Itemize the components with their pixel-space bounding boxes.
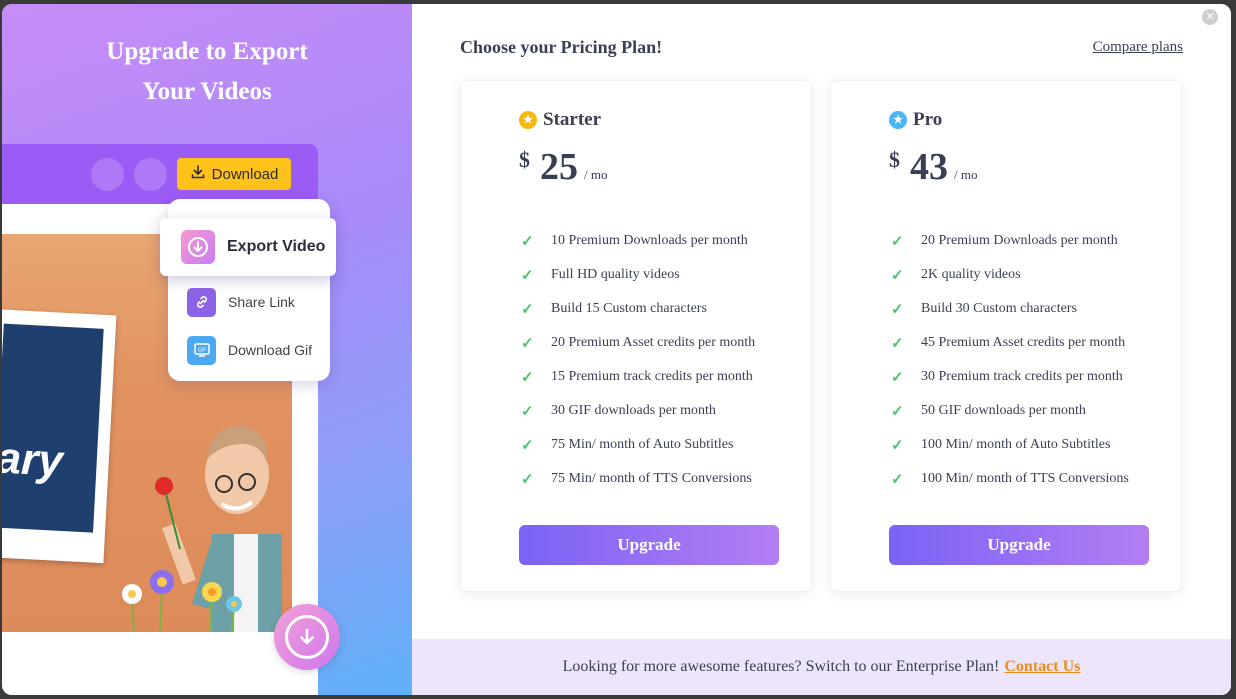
feature-item: ✓ Full HD quality videos	[521, 267, 680, 284]
scene-photo-card: ary	[2, 308, 117, 564]
feature-item: ✓ 45 Premium Asset credits per month	[891, 335, 1126, 352]
share-link-label: Share Link	[228, 294, 295, 310]
check-icon: ✓	[521, 267, 534, 284]
download-fab-icon	[274, 604, 340, 670]
feature-item: ✓ 2K quality videos	[891, 267, 1021, 284]
plan-card-pro: ★ Pro $ 43 / mo ✓ 20 Premium Downloads pe…	[830, 80, 1182, 592]
check-icon: ✓	[891, 369, 904, 386]
check-icon: ✓	[891, 437, 904, 454]
feature-item: ✓ 20 Premium Downloads per month	[891, 233, 1118, 250]
pricing-panel: Choose your Pricing Plan! Compare plans …	[412, 4, 1231, 695]
feature-item: ✓ 75 Min/ month of Auto Subtitles	[521, 437, 734, 454]
feature-item: ✓ 50 GIF downloads per month	[891, 403, 1086, 420]
plan-price: $ 25 / mo	[519, 145, 607, 189]
toolbar-dot	[134, 158, 167, 191]
link-icon	[187, 287, 216, 317]
check-icon: ✓	[521, 233, 534, 250]
pricing-modal: Upgrade to Export Your Videos Download a…	[2, 4, 1231, 695]
feature-item: ✓ Build 15 Custom characters	[521, 301, 707, 318]
compare-plans-link[interactable]: Compare plans	[1093, 39, 1183, 56]
check-icon: ✓	[521, 471, 534, 488]
flowers-illustration	[122, 570, 242, 632]
promo-panel: Upgrade to Export Your Videos Download a…	[2, 4, 412, 695]
share-link-menu-item: Share Link	[187, 287, 295, 317]
promo-title-line-2: Your Videos	[142, 78, 272, 105]
feature-item: ✓ 15 Premium track credits per month	[521, 369, 753, 386]
check-icon: ✓	[891, 403, 904, 420]
enterprise-text: Looking for more awesome features? Switc…	[562, 658, 1000, 675]
upgrade-starter-button[interactable]: Upgrade	[519, 525, 779, 565]
price-amount: 25	[540, 146, 578, 188]
star-icon: ★	[519, 111, 537, 129]
plan-name-label: Pro	[913, 109, 943, 130]
close-icon[interactable]: ✕	[1202, 9, 1218, 25]
check-icon: ✓	[521, 369, 534, 386]
feature-item: ✓ 75 Min/ month of TTS Conversions	[521, 471, 752, 488]
plan-card-starter: ★ Starter $ 25 / mo ✓ 10 Premium Download…	[460, 80, 812, 592]
toolbar-dot	[91, 158, 124, 191]
feature-item: ✓ Build 30 Custom characters	[891, 301, 1077, 318]
download-icon	[190, 164, 206, 184]
check-icon: ✓	[891, 267, 904, 284]
plan-name: ★ Starter	[519, 109, 601, 131]
enterprise-footer: Looking for more awesome features? Switc…	[412, 639, 1231, 695]
price-currency: $	[889, 147, 900, 172]
app-preview-toolbar: Download	[2, 144, 318, 204]
plan-price: $ 43 / mo	[889, 145, 977, 189]
price-period: / mo	[954, 167, 978, 182]
preview-download-label: Download	[211, 165, 279, 183]
price-currency: $	[519, 147, 530, 172]
star-icon: ★	[889, 111, 907, 129]
feature-item: ✓ 100 Min/ month of TTS Conversions	[891, 471, 1129, 488]
check-icon: ✓	[891, 471, 904, 488]
gif-icon: GIF	[187, 335, 216, 365]
promo-title: Upgrade to Export Your Videos	[32, 32, 382, 112]
download-gif-label: Download Gif	[228, 342, 313, 358]
check-icon: ✓	[521, 437, 534, 454]
feature-item: ✓ 30 GIF downloads per month	[521, 403, 716, 420]
plan-name-label: Starter	[543, 109, 602, 130]
check-icon: ✓	[521, 335, 534, 352]
feature-item: ✓ 100 Min/ month of Auto Subtitles	[891, 437, 1111, 454]
preview-download-button: Download	[177, 158, 291, 190]
contact-us-link[interactable]: Contact Us	[1004, 658, 1080, 676]
pricing-title: Choose your Pricing Plan!	[460, 37, 663, 57]
export-video-icon	[181, 230, 215, 264]
upgrade-pro-button[interactable]: Upgrade	[889, 525, 1149, 565]
feature-item: ✓ 10 Premium Downloads per month	[521, 233, 748, 250]
feature-item: ✓ 20 Premium Asset credits per month	[521, 335, 756, 352]
price-amount: 43	[910, 146, 948, 188]
scene-card-text: ary	[2, 433, 65, 486]
plan-name: ★ Pro	[889, 109, 942, 131]
check-icon: ✓	[891, 301, 904, 318]
feature-item: ✓ 30 Premium track credits per month	[891, 369, 1123, 386]
check-icon: ✓	[891, 233, 904, 250]
export-video-menu-item: Export Video	[160, 218, 336, 276]
check-icon: ✓	[521, 301, 534, 318]
svg-text:GIF: GIF	[197, 348, 205, 354]
feature-list: ✓ 10 Premium Downloads per month ✓ Full HD…	[521, 224, 755, 496]
check-icon: ✓	[521, 403, 534, 420]
promo-title-line-1: Upgrade to Export	[106, 38, 308, 65]
check-icon: ✓	[891, 335, 904, 352]
price-period: / mo	[584, 167, 608, 182]
download-gif-menu-item: GIF Download Gif	[187, 335, 312, 365]
feature-list: ✓ 20 Premium Downloads per month ✓ 2K qual…	[891, 224, 1129, 496]
export-video-label: Export Video	[227, 238, 326, 255]
